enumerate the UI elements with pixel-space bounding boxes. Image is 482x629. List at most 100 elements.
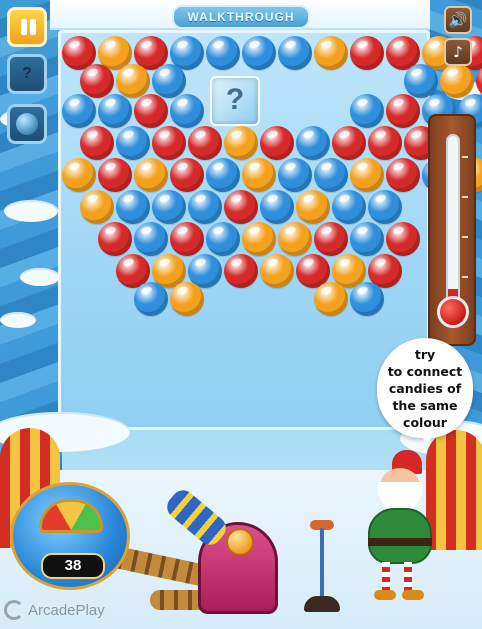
candy-bubble — [170, 158, 204, 192]
thermometer-tick — [462, 156, 468, 158]
question-icon: ? — [22, 65, 32, 82]
candy-bubble — [62, 158, 96, 192]
game-scene: WALKTHROUGH ? ? 🔊 ♪ 38 try to connect ca… — [0, 0, 482, 629]
plunger-stick — [320, 528, 324, 598]
candy-bubble — [170, 222, 204, 256]
tip-text: try to connect candies of the same colou… — [381, 346, 469, 431]
snow-decoration — [4, 200, 58, 222]
tip-line: colour — [403, 415, 447, 430]
candy-bubble — [278, 158, 312, 192]
candy-bubble — [314, 36, 348, 70]
thermometer-tick — [462, 276, 468, 278]
candy-bubble — [350, 94, 384, 128]
candy-bubble — [224, 190, 258, 224]
candy-bubble — [296, 126, 330, 160]
candy-bubble — [278, 36, 312, 70]
candy-bubble — [260, 126, 294, 160]
candy-bubble — [134, 282, 168, 316]
candy-bubble — [278, 222, 312, 256]
candy-bubble — [224, 254, 258, 288]
candy-bubble — [386, 158, 420, 192]
candy-bubble — [134, 222, 168, 256]
candy-bubble — [350, 158, 384, 192]
candy-bubble — [332, 190, 366, 224]
snow-decoration — [20, 268, 60, 286]
help-button[interactable]: ? — [7, 54, 47, 94]
candy-bubble — [188, 190, 222, 224]
candy-bubble — [62, 94, 96, 128]
candy-bubble — [170, 282, 204, 316]
santa-body — [368, 508, 432, 564]
candy-bubble — [98, 222, 132, 256]
candy-bubble — [134, 94, 168, 128]
candy-bubble — [368, 190, 402, 224]
shot-counter-machine: 38 — [10, 482, 130, 590]
candy-bubble — [404, 64, 438, 98]
candy-bubble — [350, 36, 384, 70]
candy-bubble — [80, 64, 114, 98]
arcadeplay-logo[interactable]: ArcadePlay — [4, 598, 105, 622]
candy-bubble — [314, 282, 348, 316]
candy-bubble — [206, 222, 240, 256]
candy-bubble — [350, 282, 384, 316]
plunger-cup — [304, 596, 340, 612]
candy-bubble — [134, 158, 168, 192]
candy-bubble — [386, 94, 420, 128]
candy-bubble — [206, 158, 240, 192]
thermometer-bulb — [437, 296, 469, 328]
candy-bubble — [386, 222, 420, 256]
candy-bubble — [116, 190, 150, 224]
pause-button[interactable] — [7, 7, 47, 47]
next-bubble — [226, 528, 254, 556]
tip-line: to connect — [387, 364, 463, 379]
candy-bubble — [80, 126, 114, 160]
candy-bubble — [314, 222, 348, 256]
speaker-icon: 🔊 — [448, 11, 468, 29]
thermometer-tick — [462, 236, 468, 238]
candy-bubble — [242, 158, 276, 192]
candy-bubble — [368, 126, 402, 160]
tip-line: try — [414, 347, 436, 362]
candy-bubble — [206, 36, 240, 70]
bubble-icon — [16, 113, 38, 135]
candy-bubble — [260, 254, 294, 288]
santa-shoe — [402, 590, 424, 600]
candy-bubble — [116, 64, 150, 98]
candy-bubble — [80, 190, 114, 224]
plunger — [300, 520, 344, 612]
candy-bubble — [116, 126, 150, 160]
pressure-dial — [39, 499, 103, 533]
candy-bubble — [224, 126, 258, 160]
snow-decoration — [0, 312, 36, 328]
sound-toggle-button[interactable]: 🔊 — [444, 6, 472, 34]
candy-bubble — [98, 158, 132, 192]
candy-bubble — [260, 190, 294, 224]
music-toggle-button[interactable]: ♪ — [444, 38, 472, 66]
candy-bubble — [152, 126, 186, 160]
bubble-swap-button[interactable] — [7, 104, 47, 144]
shots-remaining: 38 — [41, 553, 105, 579]
thermometer-tube — [446, 134, 460, 304]
candy-bubble — [242, 222, 276, 256]
mystery-block: ? — [210, 76, 260, 126]
walkthrough-title: WALKTHROUGH — [172, 5, 310, 29]
candy-bubble — [188, 126, 222, 160]
candy-bubble — [332, 126, 366, 160]
candy-bubble — [314, 158, 348, 192]
candy-bubble — [152, 190, 186, 224]
santa-shoe — [374, 590, 396, 600]
candy-bubble — [296, 190, 330, 224]
candy-bubble — [242, 36, 276, 70]
music-note-icon: ♪ — [453, 43, 463, 61]
arcadeplay-logo-text: ArcadePlay — [28, 601, 105, 619]
candy-bubble — [350, 222, 384, 256]
candy-bubble — [440, 64, 474, 98]
santa-character — [356, 450, 446, 610]
thermometer — [428, 114, 476, 346]
santa-belt — [368, 538, 432, 546]
candy-bubble — [152, 64, 186, 98]
tip-speech-bubble: try to connect candies of the same colou… — [377, 338, 473, 444]
arcadeplay-logo-icon — [4, 600, 24, 620]
tip-line: the same — [392, 398, 458, 413]
candy-bubble — [170, 94, 204, 128]
